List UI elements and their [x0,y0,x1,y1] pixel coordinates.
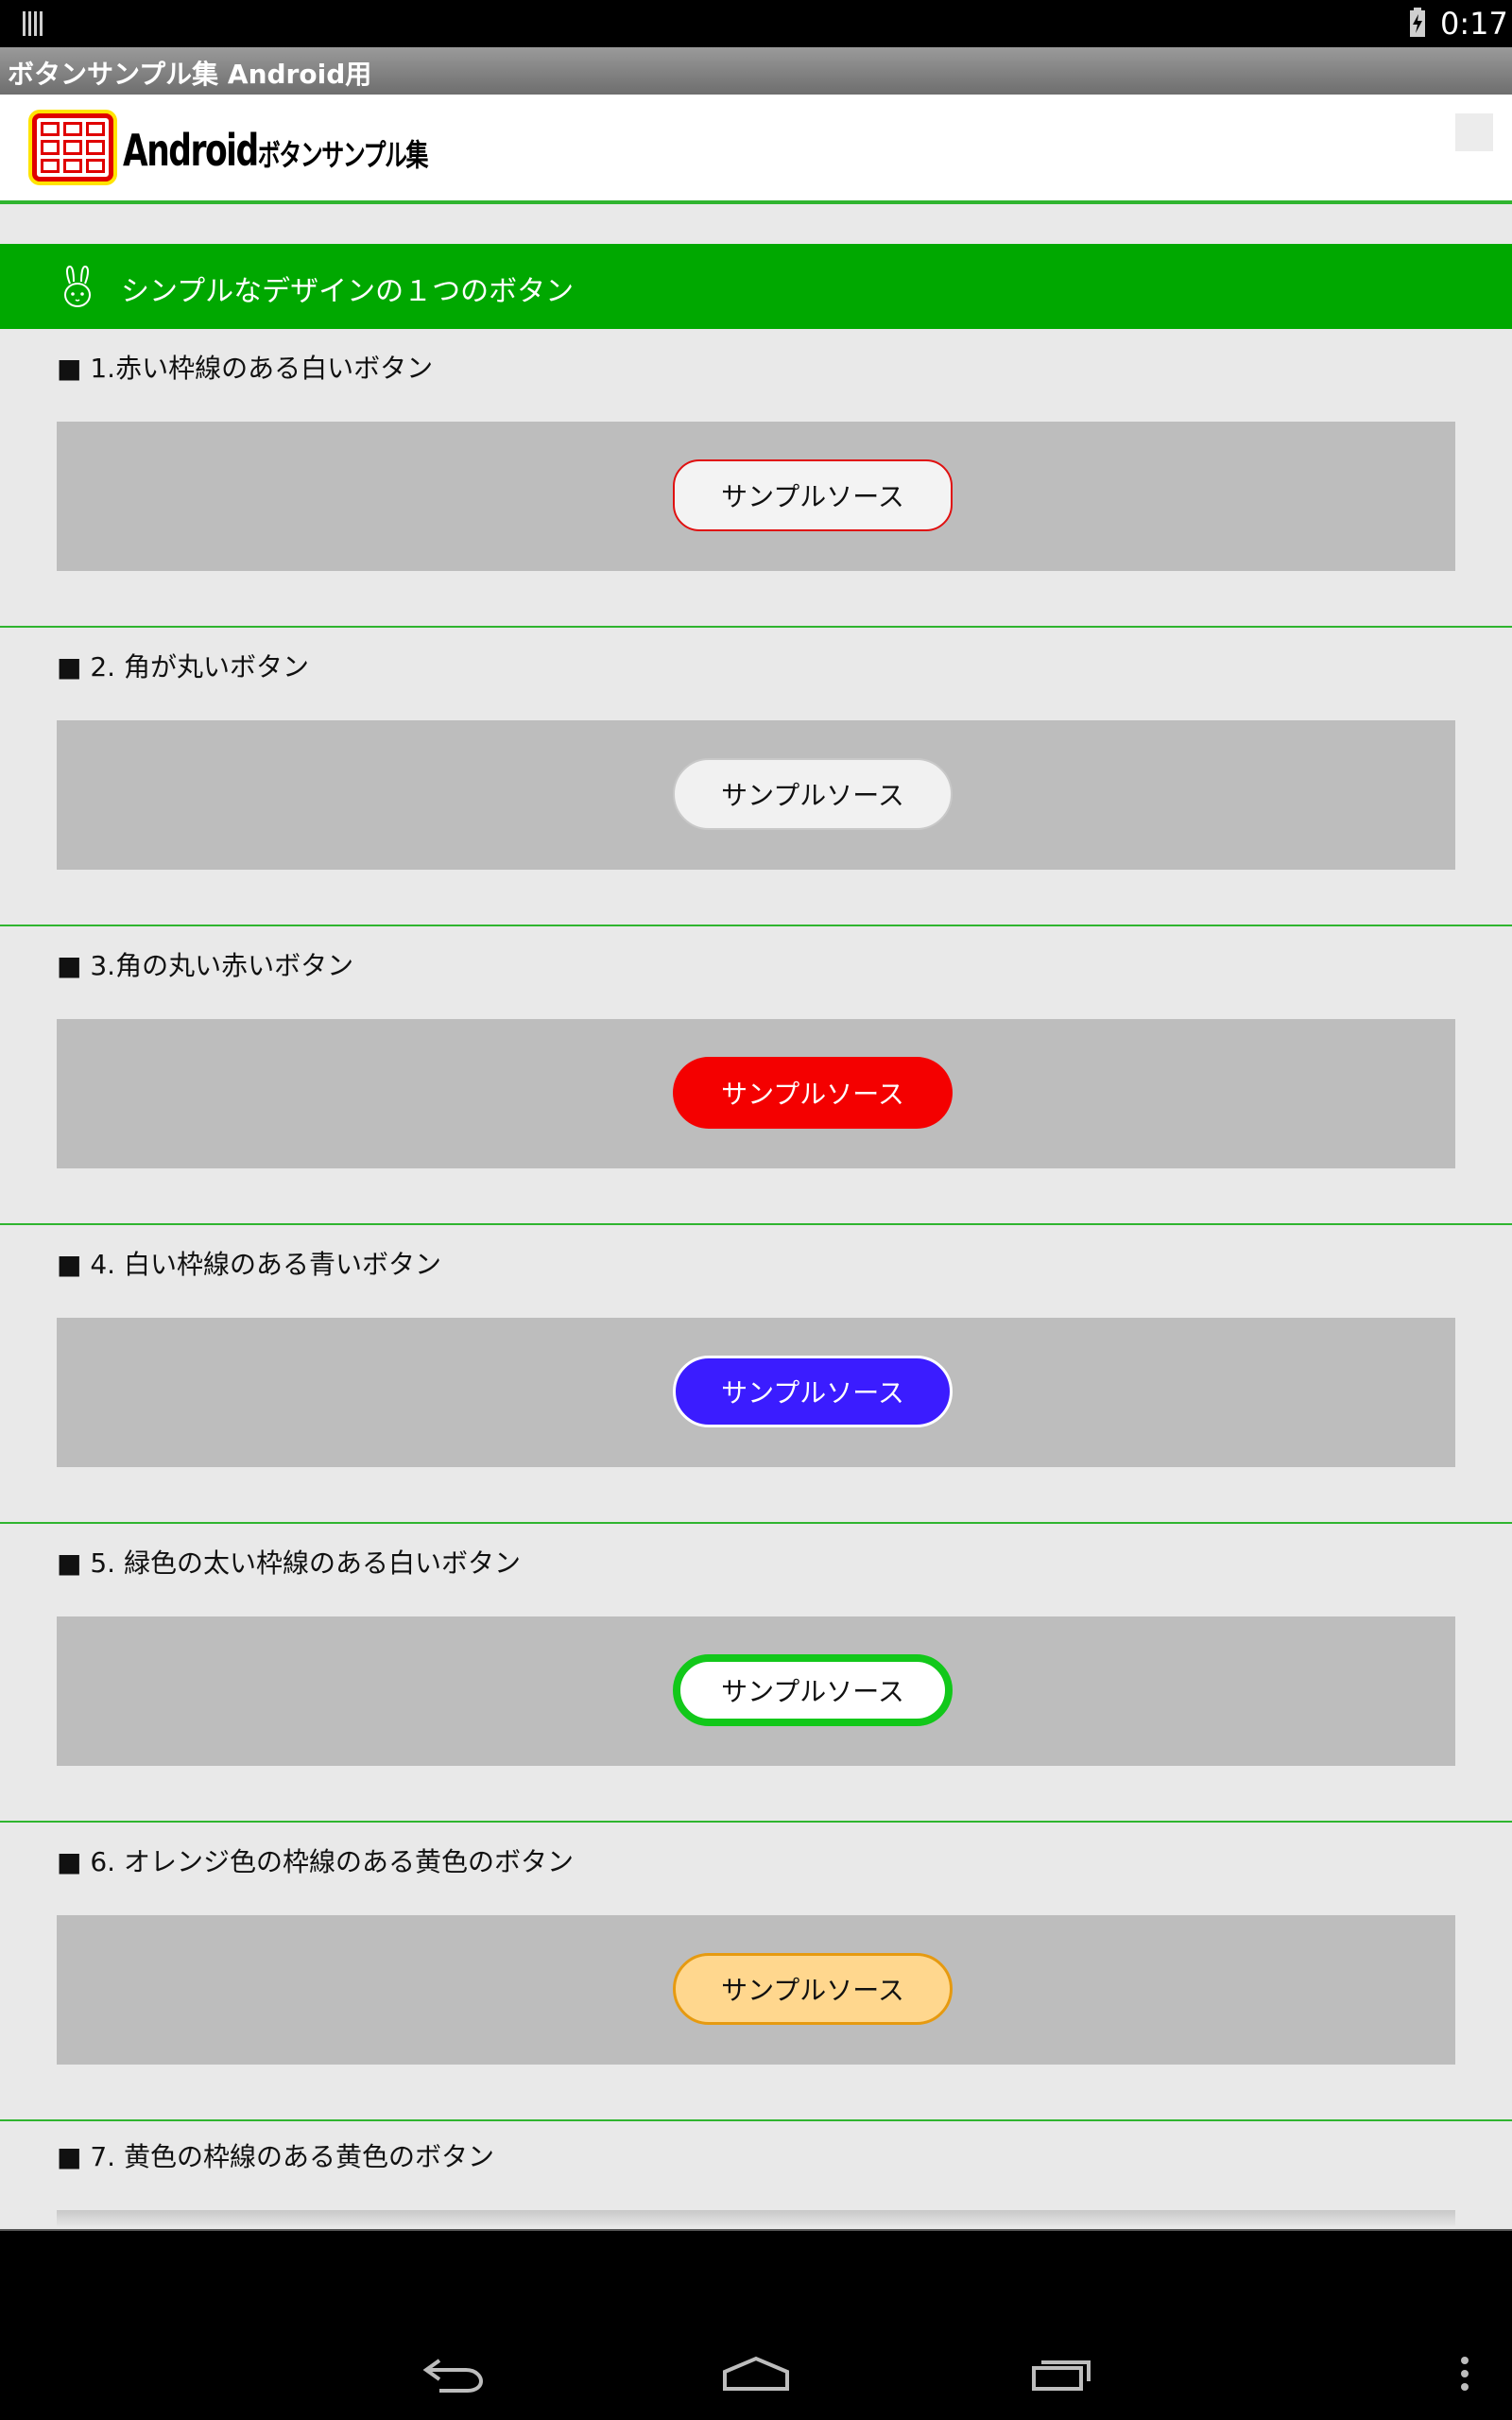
sample-source-button[interactable]: サンプルソース [673,1057,953,1129]
list-item: ■ 7. 黄色の枠線のある黄色のボタン [0,2116,1512,2229]
button-preview-panel: サンプルソース [57,720,1455,870]
header-menu-button[interactable] [1455,113,1493,151]
list-item: ■ 6. オレンジ色の枠線のある黄色のボタン サンプルソース [0,1823,1512,2121]
list-item: ■ 1.赤い枠線のある白いボタン サンプルソース [0,329,1512,628]
home-button[interactable] [709,2327,803,2420]
status-bar: 0:17 [0,0,1512,47]
status-clock: 0:17 [1440,6,1508,42]
list-item: ■ 5. 緑色の太い枠線のある白いボタン サンプルソース [0,1524,1512,1823]
item-label: ■ 7. 黄色の枠線のある黄色のボタン [57,2141,494,2172]
item-label: ■ 1.赤い枠線のある白いボタン [57,353,434,384]
navigation-bar [0,2327,1512,2420]
item-label: ■ 4. 白い枠線のある青いボタン [57,1249,441,1280]
logo-text: Androidボタンサンプル集 [123,125,429,176]
item-label: ■ 5. 緑色の太い枠線のある白いボタン [57,1547,521,1579]
sample-source-button[interactable]: サンプルソース [673,459,953,531]
sim-icon [23,11,49,36]
overflow-menu-icon [1461,2357,1469,2391]
section-header: シンプルなデザインの１つのボタン [0,244,1512,329]
item-label: ■ 6. オレンジ色の枠線のある黄色のボタン [57,1846,574,1877]
rabbit-icon [64,265,91,307]
back-button[interactable] [406,2327,501,2420]
logo-header: Androidボタンサンプル集 [0,95,1512,200]
back-icon [422,2359,484,2393]
list-item: ■ 2. 角が丸いボタン サンプルソース [0,628,1512,926]
sample-source-button[interactable]: サンプルソース [673,1356,953,1427]
logo-main: Android [123,125,259,176]
grid-logo-icon [32,113,113,182]
sample-source-button[interactable]: サンプルソース [673,758,953,830]
app-title-bar: ボタンサンプル集 Android用 [0,47,1512,95]
home-icon [723,2356,789,2391]
ad-banner-area [0,2229,1512,2330]
sample-source-button[interactable]: サンプルソース [673,1953,953,2025]
header-divider [0,200,1512,204]
overflow-menu-button[interactable] [1446,2327,1484,2420]
section-title: シンプルなデザインの１つのボタン [121,275,575,308]
battery-charging-icon [1410,8,1425,37]
sample-source-button[interactable]: サンプルソース [673,1654,953,1726]
button-preview-panel: サンプルソース [57,1915,1455,2065]
item-label: ■ 3.角の丸い赤いボタン [57,950,354,981]
button-preview-panel: サンプルソース [57,1019,1455,1168]
item-label: ■ 2. 角が丸いボタン [57,651,309,683]
recent-apps-icon [1032,2360,1091,2391]
logo-sub: ボタンサンプル集 [257,137,429,173]
recent-apps-button[interactable] [1016,2327,1110,2420]
button-preview-panel: サンプルソース [57,422,1455,571]
button-preview-panel: サンプルソース [57,1616,1455,1766]
button-preview-panel [57,2210,1455,2229]
list-item: ■ 3.角の丸い赤いボタン サンプルソース [0,926,1512,1225]
button-preview-panel: サンプルソース [57,1318,1455,1467]
list-item: ■ 4. 白い枠線のある青いボタン サンプルソース [0,1225,1512,1524]
app-title: ボタンサンプル集 Android用 [8,59,372,90]
